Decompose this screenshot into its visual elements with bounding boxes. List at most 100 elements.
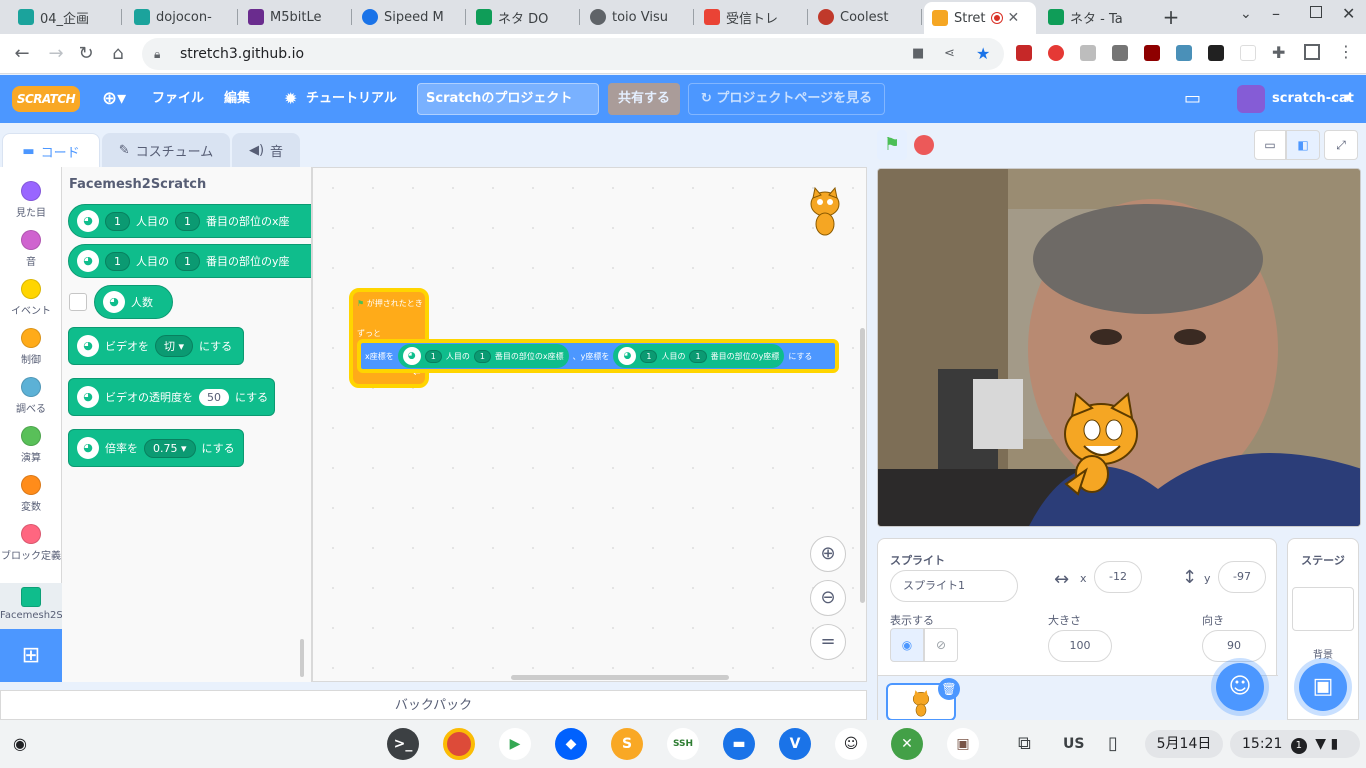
edit-menu[interactable]: 編集	[224, 75, 250, 123]
extension-icon[interactable]	[1016, 45, 1032, 61]
dropdown-part[interactable]: 1	[689, 349, 707, 363]
workspace-horizontal-scrollbar[interactable]	[511, 675, 729, 680]
account-name[interactable]: scratch-cat	[1272, 75, 1354, 123]
zoom-in-button[interactable]: ⊕	[810, 536, 846, 572]
close-window-icon[interactable]: ✕	[1342, 4, 1355, 23]
extension-icon[interactable]	[1144, 45, 1160, 61]
extension-icon[interactable]	[1208, 45, 1224, 61]
play-store-app-icon[interactable]: ▶	[499, 728, 531, 760]
zoom-reset-button[interactable]: =	[810, 624, 846, 660]
block-video-toggle[interactable]: ◕ ビデオを切 ▾ にする	[68, 327, 244, 365]
transparency-input[interactable]: 50	[199, 388, 229, 406]
browser-tab[interactable]: dojocon-	[126, 4, 238, 30]
stage-selector[interactable]: ステージ 背景 ▣	[1287, 538, 1359, 720]
extension-icon[interactable]	[1080, 45, 1096, 61]
app-icon[interactable]: ✕	[891, 728, 923, 760]
dropdown-person[interactable]: 1	[424, 349, 442, 363]
extension-icon[interactable]	[1176, 45, 1192, 61]
address-bar[interactable]: 🔒︎ stretch3.github.io ■ ⋖ ★	[142, 38, 1004, 70]
direction-input[interactable]: 90	[1202, 630, 1266, 662]
category-operators[interactable]: 演算	[0, 426, 62, 464]
stop-button[interactable]	[914, 135, 934, 155]
app-icon[interactable]: ▣	[947, 728, 979, 760]
scale-dropdown[interactable]: 0.75 ▾	[144, 438, 196, 458]
category-sensing[interactable]: 調べる	[0, 377, 62, 415]
tab-costumes[interactable]: ✎ コスチューム	[102, 133, 230, 167]
project-title-input[interactable]: Scratchのプロジェクト	[417, 83, 599, 115]
script-block-stack[interactable]: ⚑ が押されたとき ずっと ↩	[349, 288, 429, 388]
dropdown-part[interactable]: 1	[473, 349, 491, 363]
dropdown-person[interactable]: 1	[105, 251, 130, 271]
status-tray[interactable]: 15:21 1 ▼ ▮	[1230, 730, 1360, 758]
files-app-icon[interactable]: ▬	[723, 728, 755, 760]
zoom-out-button[interactable]: ⊖	[810, 580, 846, 616]
goto-xy-block[interactable]: x座標を ◕ 1 人目の 1 番目の部位のx座標 、y座標を ◕ 1 人目の 1 番目の部位のy…	[357, 339, 839, 373]
backpack[interactable]: バックパック	[0, 690, 867, 720]
forever-block[interactable]: ずっと	[357, 328, 381, 339]
chrome-app-icon[interactable]	[443, 728, 475, 760]
palette-scrollbar[interactable]	[300, 639, 304, 677]
block-face-count[interactable]: ◕ 人数	[94, 285, 173, 319]
dropdown-part[interactable]: 1	[175, 211, 200, 231]
browser-tab[interactable]: 受信トレ	[696, 4, 808, 30]
small-stage-button[interactable]: ▭	[1254, 130, 1286, 160]
add-backdrop-button[interactable]: ▣	[1299, 663, 1347, 711]
share-icon[interactable]: ⋖	[944, 38, 955, 70]
add-sprite-button[interactable]: ☺	[1216, 663, 1264, 711]
y-input[interactable]: -97	[1218, 561, 1266, 593]
category-variables[interactable]: 変数	[0, 475, 62, 513]
show-eye-icon[interactable]: ◉	[890, 628, 924, 662]
size-input[interactable]: 100	[1048, 630, 1112, 662]
share-button[interactable]: 共有する	[608, 83, 680, 115]
new-tab-icon[interactable]: +	[1160, 4, 1182, 30]
dropbox-app-icon[interactable]: ◆	[555, 728, 587, 760]
browser-tab[interactable]: 04_企画	[10, 4, 122, 30]
tab-close-icon[interactable]: ✕	[1008, 10, 1020, 26]
extensions-puzzle-icon[interactable]: ✚	[1272, 43, 1285, 62]
browser-tab[interactable]: ネタ - Ta	[1040, 4, 1152, 30]
dropdown-person[interactable]: 1	[640, 349, 658, 363]
tab-sounds[interactable]: ◀) 音	[232, 133, 300, 167]
block-scale[interactable]: ◕ 倍率を 0.75 ▾ にする	[68, 429, 244, 467]
terminal-app-icon[interactable]: >_	[387, 728, 419, 760]
scratch-logo[interactable]: SCRATCH	[12, 86, 80, 112]
browser-tab[interactable]: Sipeed M	[354, 4, 466, 30]
add-extension-button[interactable]: ⊞	[0, 629, 62, 682]
minimize-icon[interactable]: –	[1272, 4, 1280, 23]
see-project-page-button[interactable]: ↻ プロジェクトページを見る	[688, 83, 885, 115]
dropdown-person[interactable]: 1	[105, 211, 130, 231]
delete-sprite-trash-icon[interactable]: 🗑︎	[938, 678, 960, 700]
monitor-checkbox[interactable]	[69, 293, 87, 311]
browser-tab-active[interactable]: Stret ✕	[924, 2, 1036, 34]
extension-icon[interactable]	[1240, 45, 1256, 61]
category-sound[interactable]: 音	[0, 230, 62, 268]
input-method-indicator[interactable]: US	[1063, 736, 1084, 752]
extension-icon[interactable]	[1048, 45, 1064, 61]
date-tray[interactable]: 5月14日	[1145, 730, 1223, 758]
camera-icon[interactable]: ■	[912, 38, 924, 70]
chevron-down-icon[interactable]: ▼	[1344, 75, 1352, 123]
app-icon[interactable]: ☺	[835, 728, 867, 760]
clipboard-icon[interactable]: ⧉	[1018, 733, 1031, 754]
browser-tab[interactable]: ネタ DO	[468, 4, 580, 30]
hat-block-green-flag[interactable]: ⚑ が押されたとき	[357, 298, 423, 309]
avatar[interactable]	[1237, 85, 1265, 113]
category-my-blocks[interactable]: ブロック定義	[0, 524, 62, 562]
maximize-icon[interactable]	[1310, 6, 1322, 18]
large-stage-button[interactable]: ◧	[1286, 130, 1320, 160]
browser-tab[interactable]: Coolest	[810, 4, 922, 30]
ssh-app-icon[interactable]: SSH	[667, 728, 699, 760]
phone-hub-icon[interactable]: ▯	[1108, 733, 1118, 754]
hide-eye-icon[interactable]: ⊘	[924, 628, 958, 662]
stage-canvas[interactable]	[877, 168, 1361, 527]
forward-icon[interactable]: →	[44, 42, 68, 66]
my-stuff-folder-icon[interactable]: ▭	[1184, 75, 1201, 123]
category-looks[interactable]: 見た目	[0, 181, 62, 219]
dropdown-part[interactable]: 1	[175, 251, 200, 271]
tab-code[interactable]: ▬ コード	[2, 133, 100, 168]
browser-tab[interactable]: M5bitLe	[240, 4, 352, 30]
side-panel-icon[interactable]	[1304, 44, 1320, 60]
home-icon[interactable]: ⌂	[106, 42, 130, 66]
script-workspace[interactable]: ⚑ が押されたとき ずっと ↩ x座標を ◕ 1 人目の 1 番目の部位のx座標 、y座…	[312, 167, 867, 682]
tab-search-icon[interactable]: ⌄	[1240, 6, 1252, 22]
